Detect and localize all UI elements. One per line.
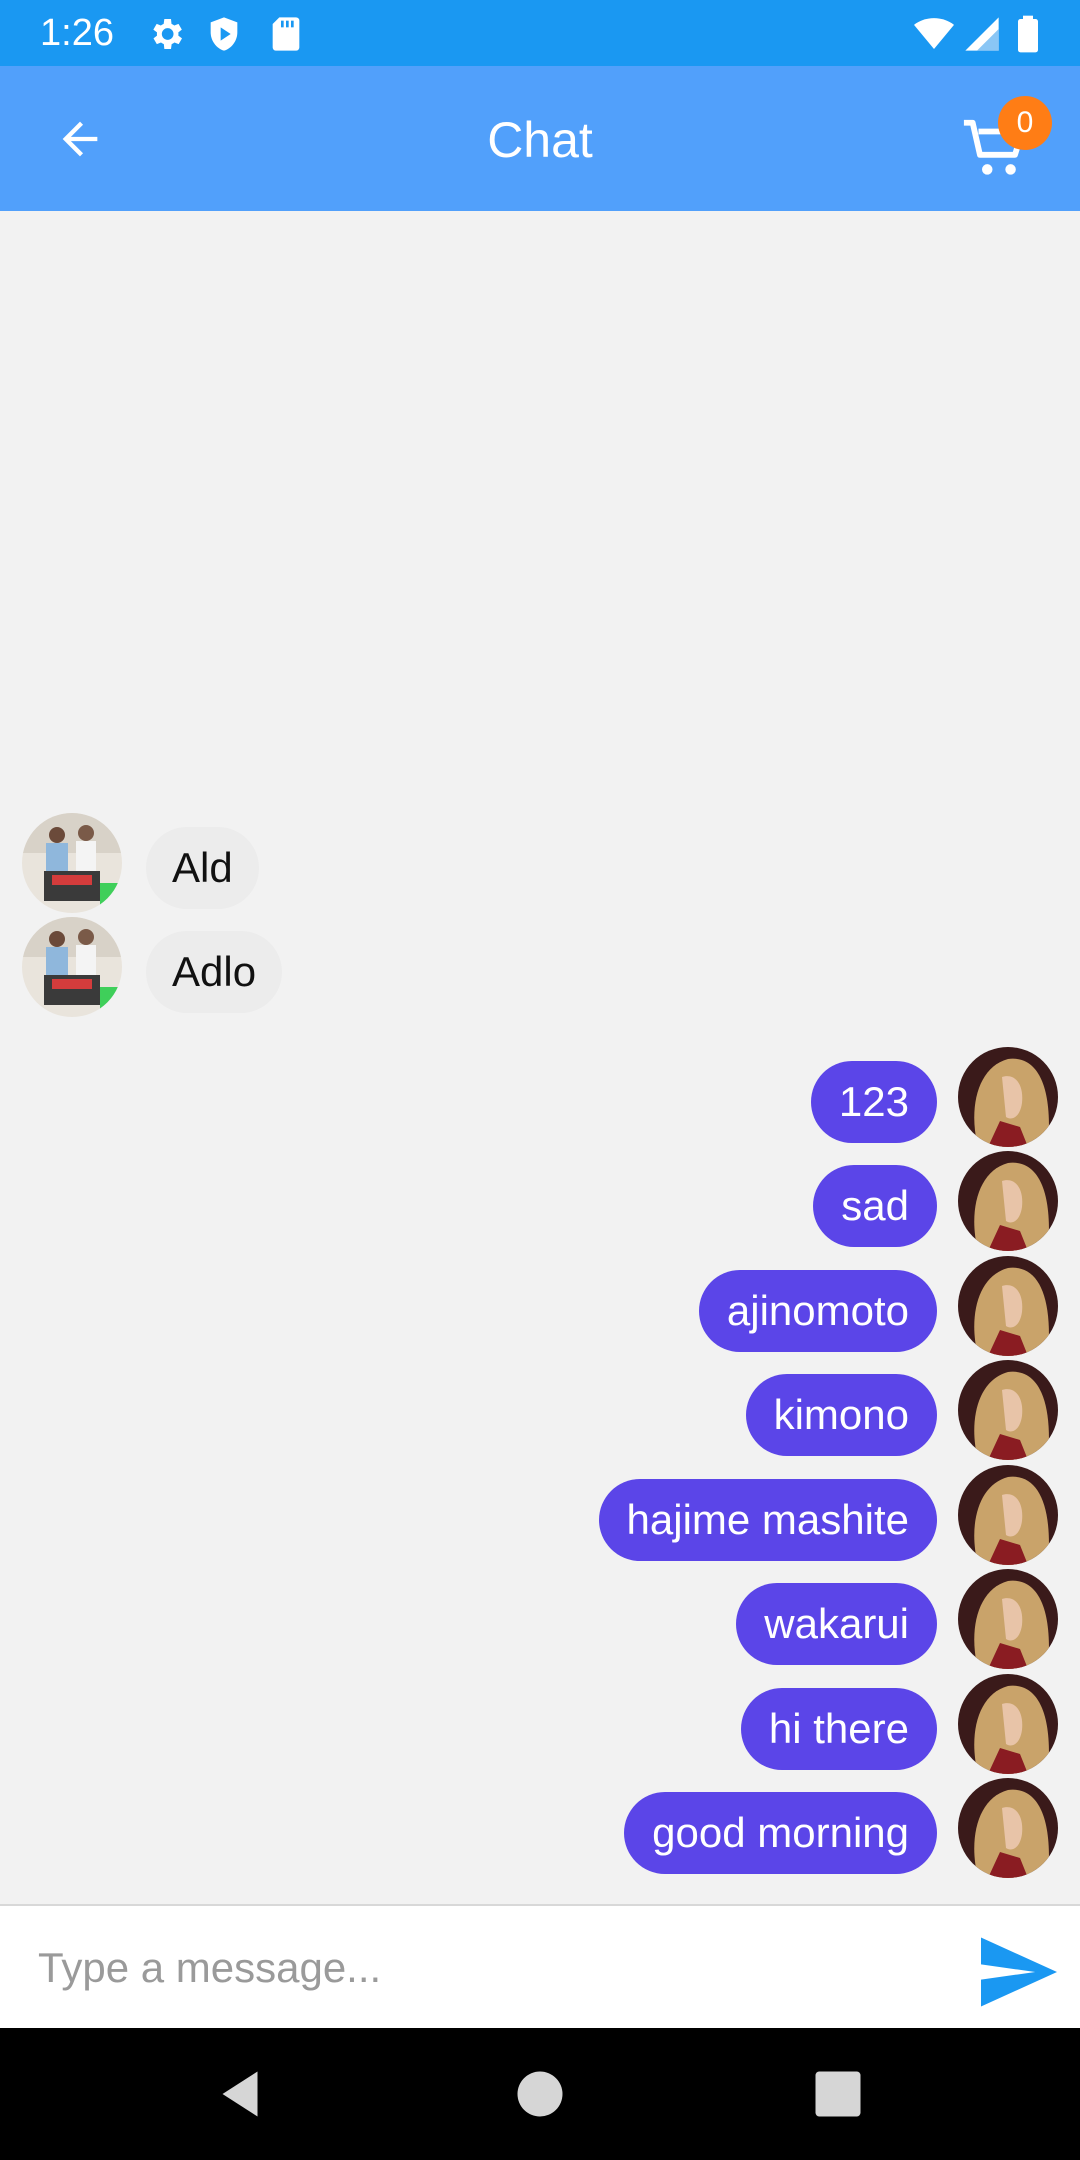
outgoing-message: ajinomoto [0,1256,1080,1360]
avatar-photo-icon [958,1569,1058,1669]
battery-icon [1018,15,1038,53]
avatar-photo-icon [22,917,122,1017]
avatar-photo-icon [958,1465,1058,1565]
message-bubble[interactable]: Adlo [146,931,283,1013]
message-bubble[interactable]: good morning [624,1792,937,1874]
send-icon [981,1937,1057,2007]
outgoing-message: hajime mashite [0,1465,1080,1569]
message-bubble[interactable]: hi there [740,1688,937,1770]
message-bubble[interactable]: ajinomoto [698,1270,937,1352]
message-input[interactable] [38,1928,938,2008]
sender-avatar[interactable] [22,813,122,913]
avatar-photo-icon [958,1151,1058,1251]
shield-icon [210,17,238,51]
status-time: 1:26 [40,12,114,54]
user-avatar[interactable] [958,1465,1058,1565]
nav-recents-icon[interactable] [808,2064,868,2124]
outgoing-message: sad [0,1151,1080,1255]
wifi-icon [914,18,954,49]
message-bubble[interactable]: wakarui [736,1583,937,1665]
user-avatar[interactable] [958,1151,1058,1251]
avatar-photo-icon [958,1360,1058,1460]
outgoing-message: wakarui [0,1569,1080,1673]
avatar-photo-icon [958,1778,1058,1878]
user-avatar[interactable] [958,1256,1058,1356]
incoming-message: Ald [0,813,1080,917]
send-button[interactable] [976,1934,1062,2010]
incoming-message: Adlo [0,917,1080,1021]
signal-icon [965,17,999,51]
message-bubble[interactable]: Ald [146,827,259,909]
message-bubble[interactable]: sad [813,1165,937,1247]
message-composer [0,1904,1080,2028]
avatar-photo-icon [958,1256,1058,1356]
app-bar: Chat 0 [0,66,1080,211]
cart-button[interactable]: 0 [958,96,1058,186]
user-avatar[interactable] [958,1360,1058,1460]
nav-back-icon[interactable] [210,2064,270,2124]
outgoing-message: kimono [0,1360,1080,1464]
message-bubble[interactable]: kimono [745,1374,937,1456]
user-avatar[interactable] [958,1674,1058,1774]
outgoing-message: hi there [0,1674,1080,1778]
chat-message-list[interactable]: Ald Adlo 123 sad ajinomoto kimono hajime… [0,211,1080,1904]
gear-icon [153,19,182,49]
outgoing-message: good morning [0,1778,1080,1882]
cart-count-badge: 0 [998,96,1052,150]
user-avatar[interactable] [958,1569,1058,1669]
outgoing-message: 123 [0,1047,1080,1151]
status-bar: 1:26 [0,0,1080,66]
user-avatar[interactable] [958,1047,1058,1147]
message-bubble[interactable]: 123 [810,1061,937,1143]
sender-avatar[interactable] [22,917,122,1017]
nav-home-icon[interactable] [510,2064,570,2124]
system-nav-bar [0,2028,1080,2160]
avatar-photo-icon [22,813,122,913]
message-bubble[interactable]: hajime mashite [598,1479,937,1561]
user-avatar[interactable] [958,1778,1058,1878]
sd-card-icon [272,17,300,51]
page-title: Chat [487,112,593,168]
avatar-photo-icon [958,1674,1058,1774]
avatar-photo-icon [958,1047,1058,1147]
